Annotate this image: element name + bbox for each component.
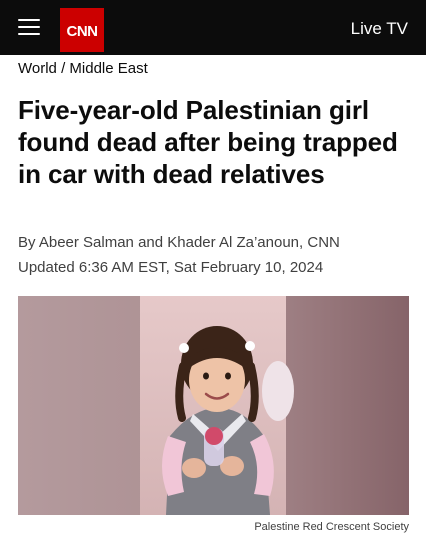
breadcrumb-middle-east-link[interactable]: Middle East (69, 60, 147, 77)
breadcrumb-world-link[interactable]: World (18, 60, 57, 77)
breadcrumb: World / Middle East (18, 60, 148, 77)
cnn-logo[interactable]: CNN (60, 8, 104, 52)
photo-credit: Palestine Red Crescent Society (254, 521, 409, 533)
article-photo-illustration (18, 296, 409, 515)
top-navigation-bar: CNN Live TV (0, 0, 426, 55)
article-byline: By Abeer Salman and Khader Al Za’anoun, … (18, 234, 340, 251)
article-headline: Five-year-old Palestinian girl found dea… (18, 95, 398, 189)
hamburger-menu-icon[interactable] (18, 17, 40, 37)
article-photo[interactable] (18, 296, 409, 515)
svg-text:CNN: CNN (67, 23, 98, 40)
article-updated-timestamp: Updated 6:36 AM EST, Sat February 10, 20… (18, 259, 324, 276)
live-tv-link[interactable]: Live TV (351, 19, 408, 39)
